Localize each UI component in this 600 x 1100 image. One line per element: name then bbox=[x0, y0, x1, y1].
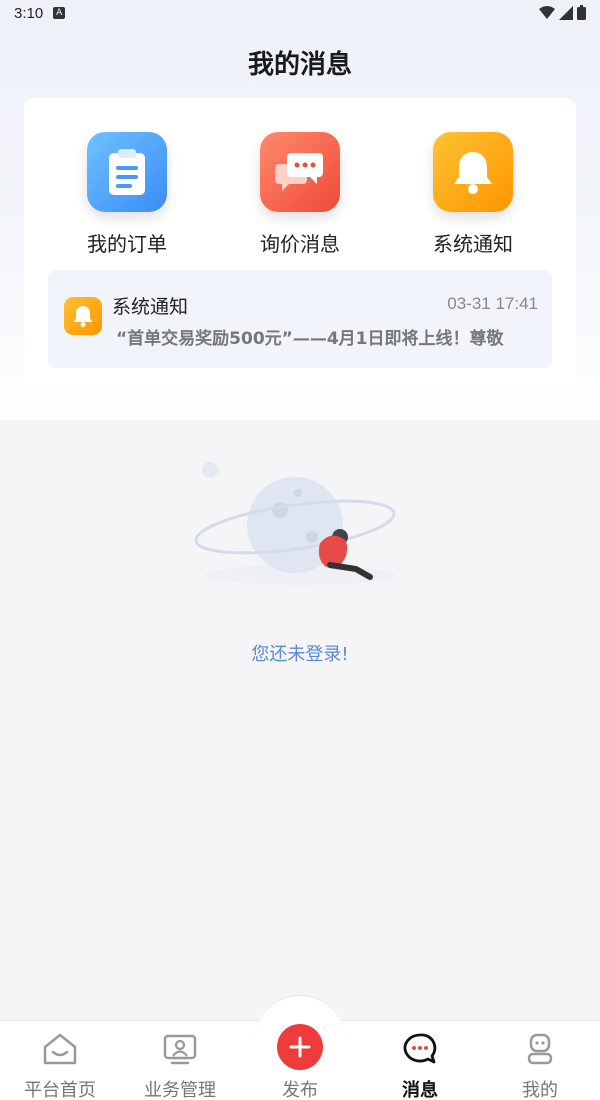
message-categories-card: 我的订单 询价消息 系统通知 系统通知 03-31 17:41 “首单交易奖励5… bbox=[24, 98, 576, 388]
notice-preview: “首单交易奖励500元”——4月1日即将上线！尊敬 bbox=[116, 329, 504, 349]
tab-mine[interactable]: 我的 bbox=[480, 1028, 600, 1100]
tab-label: 平台首页 bbox=[24, 1080, 96, 1100]
latest-notice-item[interactable]: 系统通知 03-31 17:41 “首单交易奖励500元”——4月1日即将上线！… bbox=[48, 270, 552, 368]
empty-state-message: 您还未登录! bbox=[251, 644, 349, 665]
home-icon bbox=[0, 1028, 120, 1070]
tab-business[interactable]: 业务管理 bbox=[120, 1028, 240, 1100]
category-inquiry-messages[interactable]: 询价消息 bbox=[240, 132, 360, 257]
chat-icon bbox=[360, 1028, 480, 1070]
monitor-user-icon bbox=[120, 1028, 240, 1070]
notice-timestamp: 03-31 17:41 bbox=[447, 294, 538, 313]
category-system-notice[interactable]: 系统通知 bbox=[413, 132, 533, 257]
category-label: 系统通知 bbox=[433, 232, 513, 256]
bell-icon bbox=[64, 297, 102, 335]
wifi-icon bbox=[539, 5, 555, 19]
tab-label: 业务管理 bbox=[144, 1080, 216, 1100]
status-icons bbox=[539, 5, 586, 20]
notice-title: 系统通知 bbox=[112, 296, 189, 318]
signal-icon bbox=[559, 5, 573, 20]
publish-label: 发布 bbox=[282, 1080, 318, 1100]
category-label: 我的订单 bbox=[87, 232, 167, 256]
battery-icon bbox=[577, 5, 586, 20]
clipboard-icon bbox=[87, 132, 167, 212]
empty-state-illustration bbox=[194, 462, 396, 585]
publish-button[interactable] bbox=[277, 1024, 323, 1070]
page-title: 我的消息 bbox=[247, 50, 352, 80]
category-label: 询价消息 bbox=[260, 232, 340, 256]
tab-label: 消息 bbox=[402, 1080, 438, 1100]
status-time: 3:10 bbox=[14, 4, 44, 22]
user-robot-icon bbox=[480, 1028, 600, 1070]
status-bar: 3:10 A bbox=[0, 0, 600, 26]
category-my-orders[interactable]: 我的订单 bbox=[67, 132, 187, 257]
tab-home[interactable]: 平台首页 bbox=[0, 1028, 120, 1100]
plus-icon bbox=[289, 1036, 311, 1058]
bell-icon bbox=[433, 132, 513, 212]
notification-a-icon: A bbox=[53, 7, 66, 19]
tab-label: 我的 bbox=[522, 1080, 558, 1100]
tab-messages[interactable]: 消息 bbox=[360, 1028, 480, 1100]
chat-bubbles-icon bbox=[260, 132, 340, 212]
